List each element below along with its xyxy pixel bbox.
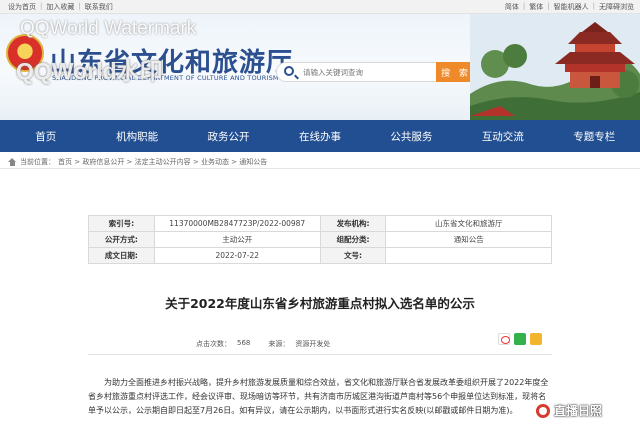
- smart-robot-link[interactable]: 智能机器人: [554, 2, 589, 12]
- home-icon: [8, 158, 17, 166]
- index-number-value: 11370000MB2847723P/2022-00987: [153, 215, 321, 232]
- separator: |: [40, 2, 43, 10]
- breadcrumb-path[interactable]: 首页 > 政府信息公开 > 法定主动公开内容 > 业务动态 > 通知公告: [58, 157, 267, 167]
- separator: |: [592, 2, 595, 10]
- share-buttons: [498, 333, 542, 345]
- search-bar: 搜 索: [276, 62, 476, 82]
- breadcrumb: 当前位置： 首页 > 政府信息公开 > 法定主动公开内容 > 业务动态 > 通知…: [8, 157, 267, 167]
- watermark-text-cn: QQWorld水印: [16, 58, 163, 84]
- search-field: [276, 62, 436, 82]
- nav-gov-affairs[interactable]: 政务公开: [183, 120, 274, 152]
- article-body: 为助力全面推进乡村振兴战略，提升乡村旅游发展质量和综合效益，省文化和旅游厅联合省…: [88, 378, 549, 415]
- main-nav: 首页 机构职能 政务公开 在线办事 公共服务 互动交流 专题专栏: [0, 120, 640, 152]
- simplified-chinese-link[interactable]: 简体: [505, 2, 519, 12]
- disclosure-method-label: 公开方式:: [88, 231, 155, 248]
- publisher-value: 山东省文化和旅游厅: [385, 215, 552, 232]
- issue-date-value: 2022-07-22: [153, 247, 321, 264]
- nav-special-topics[interactable]: 专题专栏: [549, 120, 640, 152]
- weibo-share-icon[interactable]: [498, 333, 510, 345]
- divider: [88, 354, 552, 355]
- table-row: 公开方式: 主动公开 组配分类: 通知公告: [88, 231, 552, 248]
- site-header: ★ 山东省文化和旅游厅 SHANDONG PROVINCIAL DEPARTME…: [0, 14, 640, 120]
- platform-watermark: 直播日照: [536, 402, 602, 419]
- article-title: 关于2022年度山东省乡村旅游重点村拟入选名单的公示: [165, 296, 475, 311]
- views-count: 568: [237, 339, 251, 347]
- table-row: 索引号: 11370000MB2847723P/2022-00987 发布机构:…: [88, 215, 552, 232]
- publisher-label: 发布机构:: [319, 215, 387, 232]
- accessibility-link[interactable]: 无障碍浏览: [599, 2, 634, 12]
- views-label: 点击次数：: [196, 340, 231, 348]
- category-value: 通知公告: [385, 231, 552, 248]
- separator: |: [78, 2, 81, 10]
- document-number-value: [385, 247, 552, 264]
- issue-date-label: 成文日期:: [88, 247, 155, 264]
- qzone-share-icon[interactable]: [530, 333, 542, 345]
- article-meta: 点击次数： 568 来源： 资源开发处: [196, 339, 330, 349]
- top-utility-bar: 设为首页 | 加入收藏 | 联系我们 简体 | 繁体 | 智能机器人 | 无障碍…: [0, 0, 640, 14]
- table-row: 成文日期: 2022-07-22 文号:: [88, 247, 552, 264]
- source-label: 来源：: [268, 340, 290, 348]
- disclosure-method-value: 主动公开: [153, 231, 321, 248]
- platform-name: 直播日照: [554, 404, 603, 418]
- contact-us-link[interactable]: 联系我们: [85, 2, 113, 12]
- watermark-text: QQWorld Watermark: [20, 18, 197, 39]
- search-icon: [284, 66, 294, 76]
- traditional-chinese-link[interactable]: 繁体: [529, 2, 543, 12]
- pavilion-landscape-banner: [470, 14, 640, 120]
- nav-public-service[interactable]: 公共服务: [366, 120, 457, 152]
- source-value: 资源开发处: [295, 340, 331, 348]
- add-favorite-link[interactable]: 加入收藏: [46, 2, 74, 12]
- nav-interaction[interactable]: 互动交流: [457, 120, 548, 152]
- top-links-left: 设为首页 | 加入收藏 | 联系我们: [8, 2, 113, 12]
- nav-functions[interactable]: 机构职能: [91, 120, 182, 152]
- document-number-label: 文号:: [319, 247, 387, 264]
- divider: [0, 168, 640, 169]
- category-label: 组配分类:: [319, 231, 387, 248]
- top-links-right: 简体 | 繁体 | 智能机器人 | 无障碍浏览: [505, 2, 634, 12]
- separator: |: [522, 2, 526, 10]
- wechat-share-icon[interactable]: [514, 333, 526, 345]
- set-homepage-link[interactable]: 设为首页: [8, 2, 36, 12]
- index-number-label: 索引号:: [88, 215, 155, 232]
- nav-online-service[interactable]: 在线办事: [274, 120, 365, 152]
- breadcrumb-label: 当前位置：: [20, 158, 55, 166]
- search-input[interactable]: [303, 65, 431, 79]
- nav-home[interactable]: 首页: [0, 120, 91, 152]
- platform-logo-icon: [536, 403, 550, 418]
- separator: |: [547, 2, 550, 10]
- document-info-table: 索引号: 11370000MB2847723P/2022-00987 发布机构:…: [88, 215, 552, 264]
